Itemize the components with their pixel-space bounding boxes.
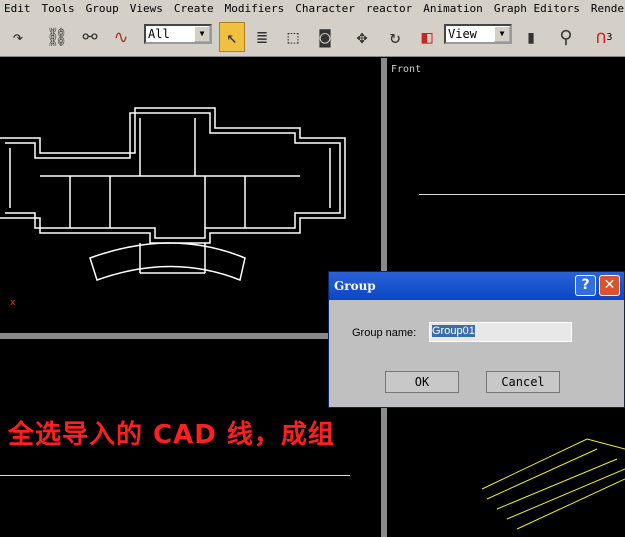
cancel-button[interactable]: Cancel [486, 371, 560, 393]
axis-tripod: x [10, 298, 16, 308]
menu-rendering[interactable]: Rendering [591, 2, 625, 15]
group-name-input[interactable]: Group01 [429, 322, 572, 342]
menu-tools[interactable]: Tools [42, 2, 75, 15]
select-manipulate-icon[interactable]: ⚲ [553, 24, 579, 50]
redo-icon[interactable]: ↷ [5, 24, 31, 50]
pivot-center-icon[interactable]: ▮ [518, 24, 544, 50]
scale-icon[interactable]: ◧ [414, 24, 440, 50]
unlink-icon[interactable]: ⚯ [77, 24, 103, 50]
left-line [0, 475, 350, 476]
selection-filter-dropdown[interactable]: All ▼ [144, 24, 212, 44]
snap-toggle-icon[interactable]: ∩ 3 [591, 24, 617, 50]
floor-plan-drawing [0, 107, 346, 282]
bind-space-warp-icon[interactable]: ∿ [108, 24, 134, 50]
menu-bar: Edit Tools Group Views Create Modifiers Charac… [0, 0, 625, 18]
select-by-name-icon[interactable]: ≣ [249, 24, 275, 50]
menu-modifiers[interactable]: Modifiers [225, 2, 285, 15]
menu-views[interactable]: Views [130, 2, 163, 15]
main-toolbar: ↷ ⛓ ⚯ ∿ All ▼ ↖ ≣ ⬚ ◙ ✥ ↻ ◧ View ▼ ▮ ⚲ ∩ 3 [0, 18, 625, 57]
menu-animation[interactable]: Animation [423, 2, 483, 15]
ok-button[interactable]: OK [385, 371, 459, 393]
menu-group[interactable]: Group [86, 2, 119, 15]
snap-count: 3 [606, 31, 613, 43]
select-object-icon[interactable]: ↖ [219, 22, 245, 52]
move-icon[interactable]: ✥ [349, 24, 375, 50]
viewport-top[interactable]: x [0, 58, 381, 333]
front-line [419, 194, 625, 195]
close-button[interactable]: ✕ [599, 275, 620, 296]
window-crossing-icon[interactable]: ◙ [312, 24, 338, 50]
menu-create[interactable]: Create [174, 2, 214, 15]
menu-graph-editors[interactable]: Graph Editors [494, 2, 580, 15]
rectangular-selection-icon[interactable]: ⬚ [280, 24, 306, 50]
viewport-label-front: Front [391, 64, 422, 75]
coord-system-value: View [448, 27, 477, 41]
chevron-down-icon: ▼ [194, 26, 210, 42]
menu-edit[interactable]: Edit [4, 2, 31, 15]
caption-text: 全选导入的 CAD 线，成组 [8, 420, 335, 450]
menu-character[interactable]: Character [295, 2, 355, 15]
reference-coord-dropdown[interactable]: View ▼ [444, 24, 512, 44]
selection-filter-value: All [148, 27, 170, 41]
group-name-value: Group01 [432, 325, 475, 337]
menu-reactor[interactable]: reactor [366, 2, 412, 15]
link-icon[interactable]: ⛓ [44, 24, 70, 50]
chevron-down-icon: ▼ [494, 26, 510, 42]
rotate-icon[interactable]: ↻ [382, 24, 408, 50]
dialog-title: Group [334, 279, 376, 293]
help-button[interactable]: ? [575, 275, 596, 296]
group-name-label: Group name: [352, 327, 417, 339]
group-dialog: Group ? ✕ Group name: Group01 OK Cancel [328, 271, 625, 408]
